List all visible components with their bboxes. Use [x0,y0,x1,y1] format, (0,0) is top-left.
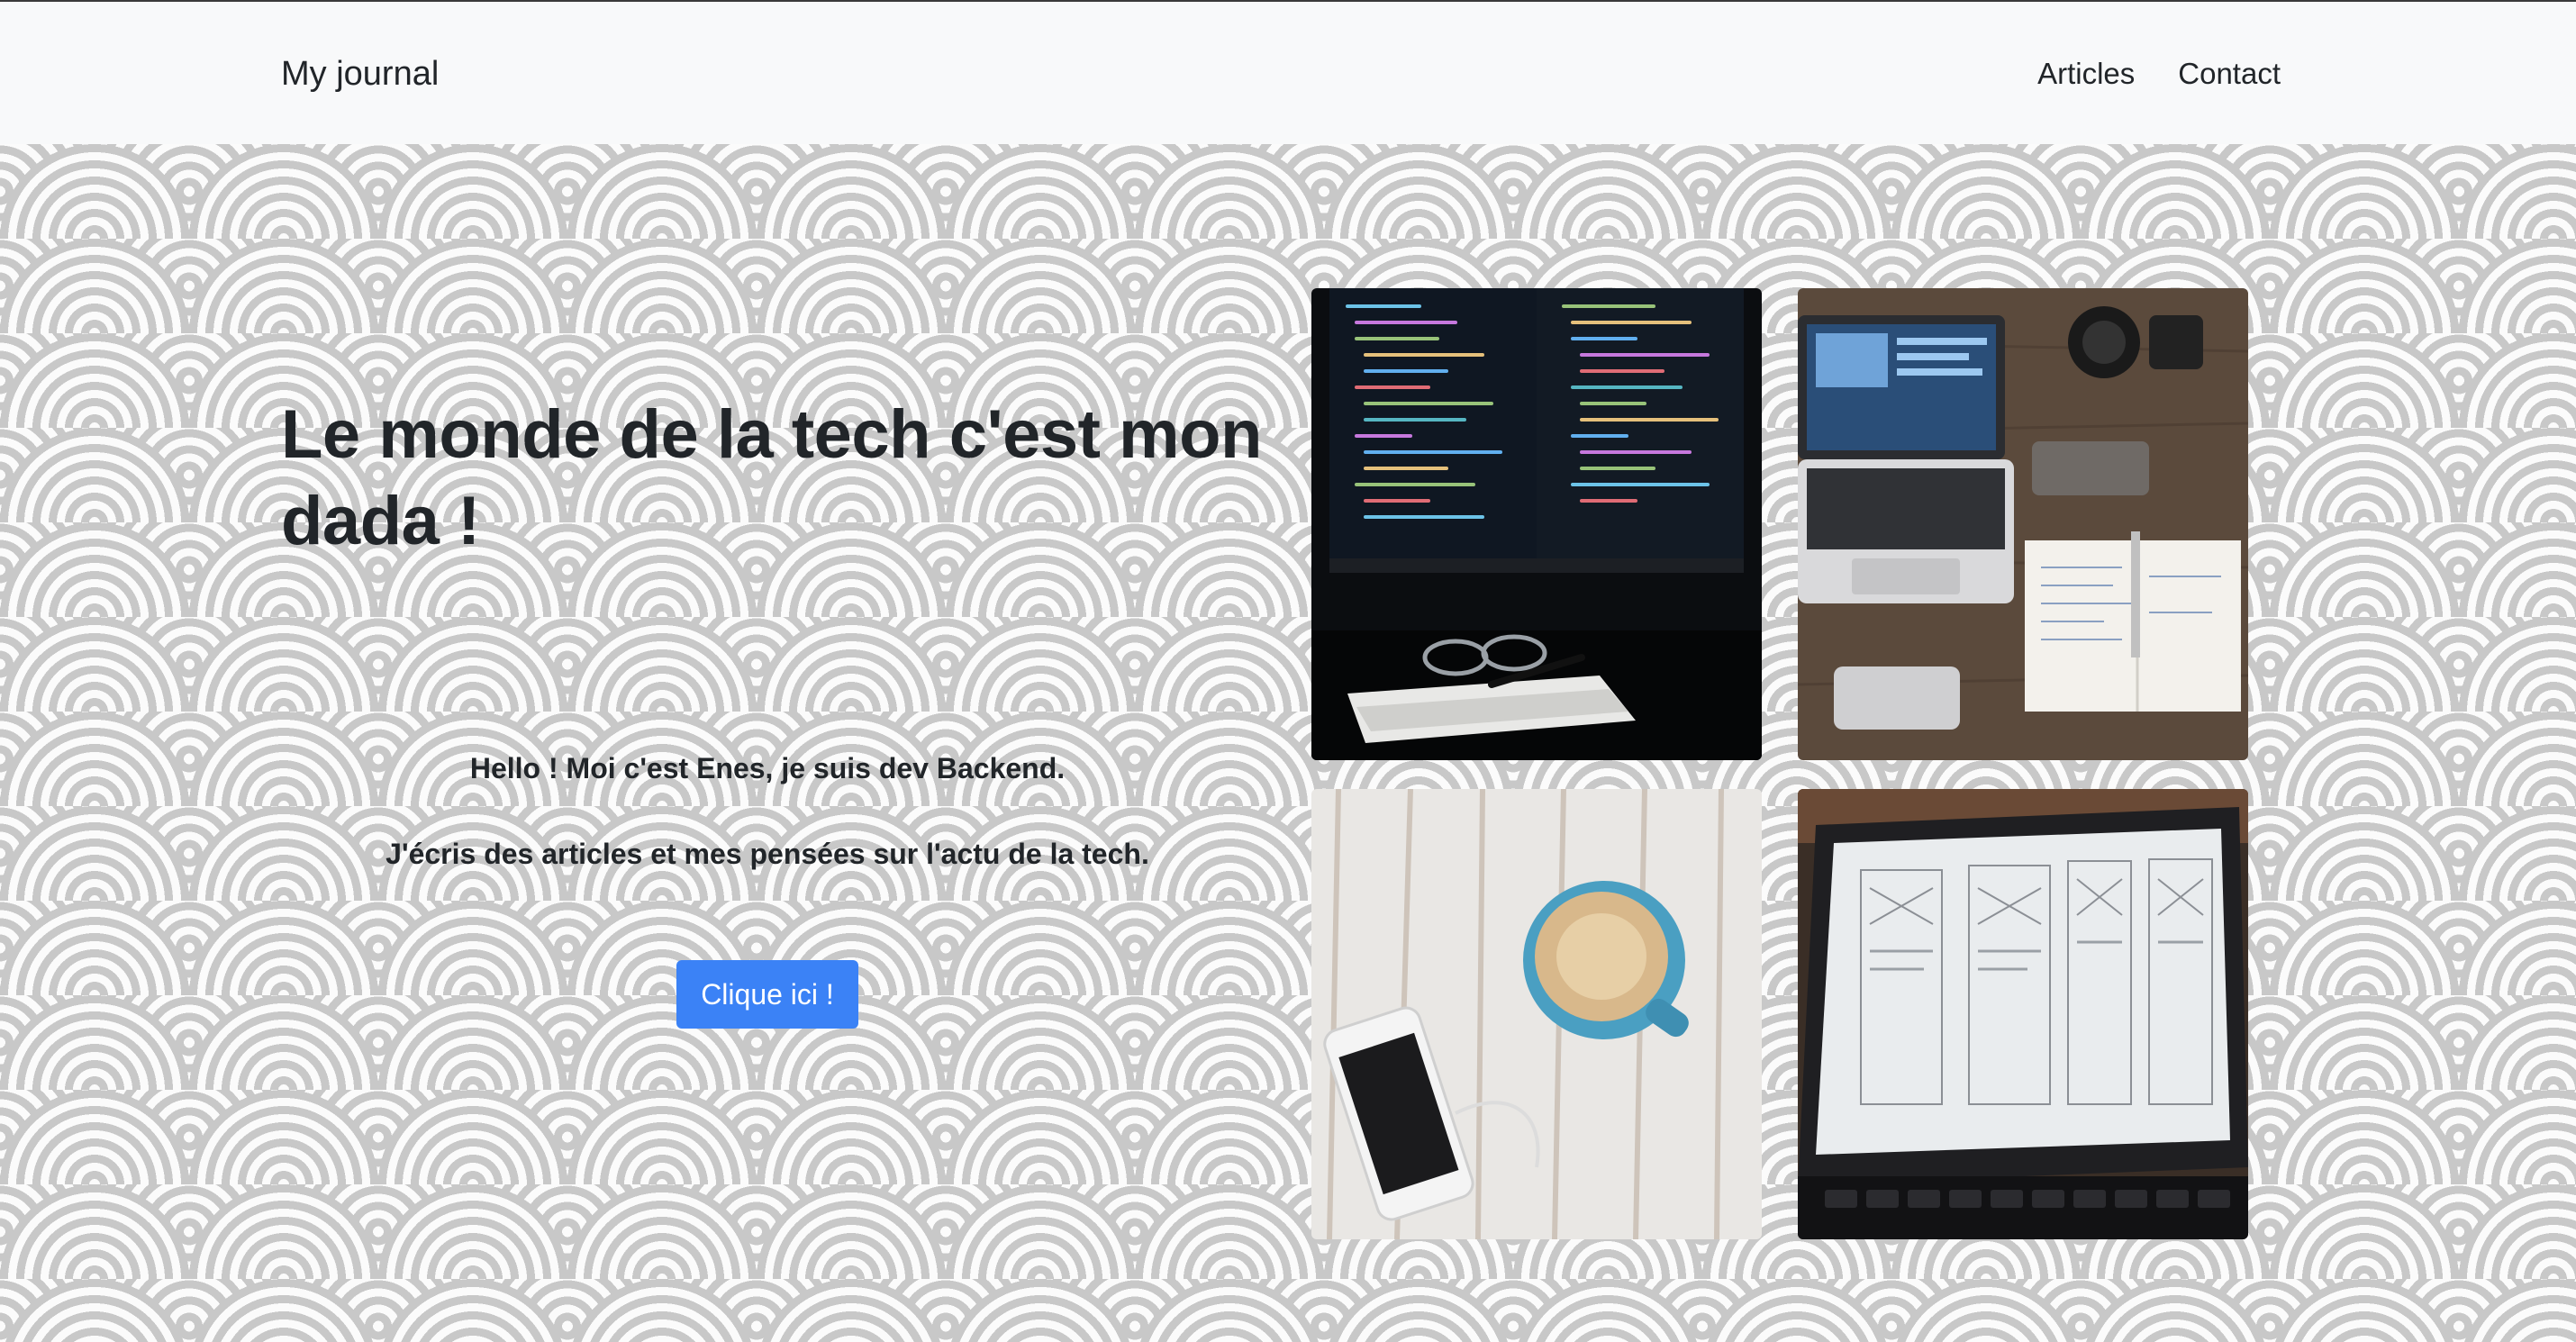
navbar: My journal Articles Contact [0,2,2576,144]
gallery-photo-laptop-desk [1798,288,2248,760]
brand-link[interactable]: My journal [281,54,439,94]
nav-link-contact[interactable]: Contact [2178,54,2281,94]
cta-button[interactable]: Clique ici ! [676,960,858,1029]
hero-headline: Le monde de la tech c'est mon dada ! [281,396,1262,559]
gallery-photo-wireframe-laptop [1798,789,2248,1239]
nav-link-articles[interactable]: Articles [2037,54,2135,94]
nav-links: Articles Contact [2037,54,2281,94]
hero-intro-line-1: Hello ! Moi c'est Enes, je suis dev Back… [469,752,1066,784]
gallery-photo-coffee-phone [1311,789,1762,1239]
gallery-photo-code-monitor [1311,288,1762,760]
hero-intro-line-2: J'écris des articles et mes pensées sur … [385,838,1149,870]
